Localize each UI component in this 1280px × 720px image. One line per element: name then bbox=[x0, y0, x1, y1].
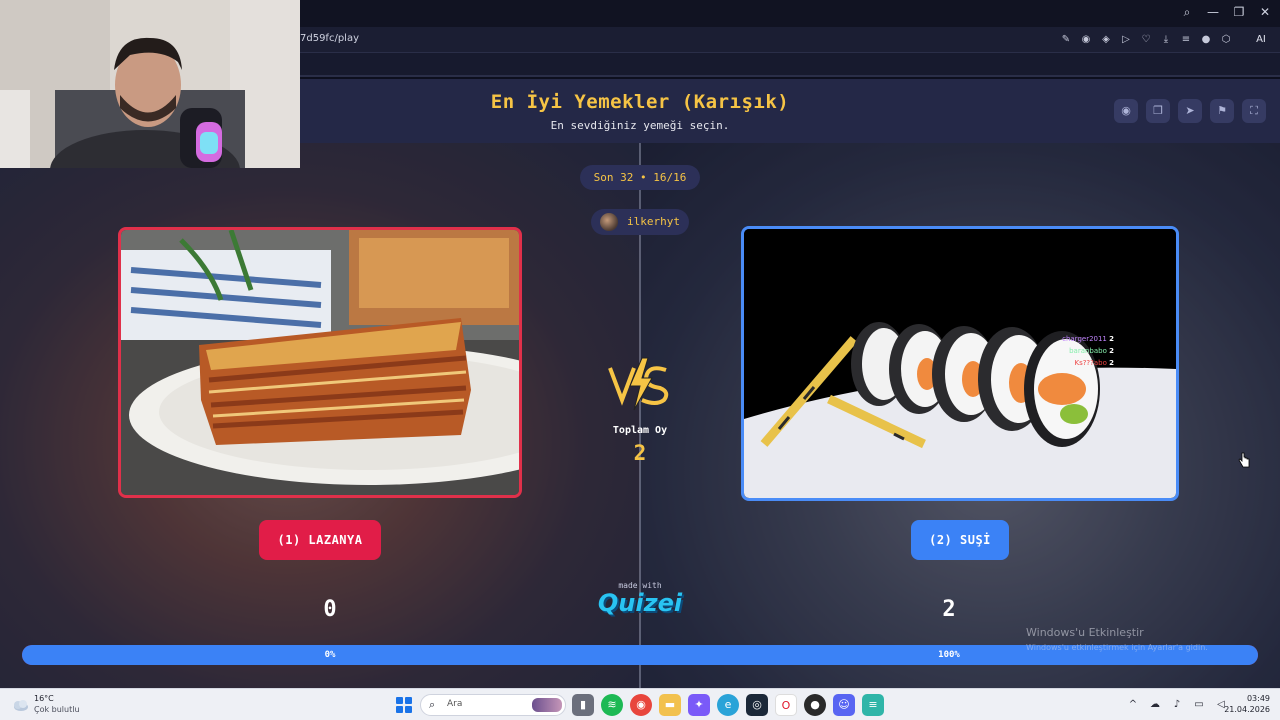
webcam-overlay bbox=[0, 0, 300, 168]
camera-icon[interactable]: ◉ bbox=[1078, 32, 1094, 48]
file-icon[interactable]: ▮ bbox=[572, 694, 594, 716]
ai-label: AI bbox=[1256, 34, 1266, 45]
page-title: En İyi Yemekler (Karışık) bbox=[490, 91, 790, 113]
overlay-voter-count: 2 bbox=[1109, 347, 1114, 355]
taskbar: 16°C Çok bulutlu ⌕ Ara ▮ ≋ ◉ ▬ ✦ e ◎ O ●… bbox=[0, 688, 1280, 720]
start-button[interactable] bbox=[396, 697, 412, 713]
lasagna-image bbox=[121, 230, 519, 495]
overlay-voter-count: 2 bbox=[1109, 359, 1114, 367]
eye-icon[interactable]: ◉ bbox=[1114, 99, 1138, 123]
right-percent-label: 100% bbox=[938, 650, 960, 660]
fullscreen-icon[interactable]: ⛶ bbox=[1242, 99, 1266, 123]
minimize-icon[interactable]: — bbox=[1206, 4, 1220, 20]
weather-description: Çok bulutlu bbox=[34, 705, 80, 714]
copy-icon[interactable]: ❐ bbox=[1146, 99, 1170, 123]
hand-cursor-icon bbox=[1238, 452, 1250, 468]
vote-left-button[interactable]: (1) LAZANYA bbox=[259, 520, 381, 560]
extension-icon[interactable]: ⬡ bbox=[1218, 32, 1234, 48]
option-card-left[interactable] bbox=[118, 227, 522, 498]
url-text[interactable]: 7d59fc/play bbox=[300, 33, 359, 44]
taskbar-search[interactable]: ⌕ Ara bbox=[420, 694, 566, 716]
chrome-icon[interactable]: ◉ bbox=[630, 694, 652, 716]
overlay-voter-name: baranbabo bbox=[1069, 347, 1107, 355]
overlay-vote-row: baranbabo 2 bbox=[1062, 345, 1114, 357]
opera-icon[interactable]: O bbox=[775, 694, 797, 716]
page-subtitle: En sevdiğiniz yemeği seçin. bbox=[550, 119, 730, 132]
display-icon[interactable]: ▭ bbox=[1192, 698, 1206, 712]
microphone-icon[interactable]: ♪ bbox=[1170, 698, 1184, 712]
weather-cloud-icon[interactable] bbox=[10, 695, 30, 715]
brand-logo[interactable]: Quizei bbox=[560, 589, 720, 617]
ai-button[interactable]: AI bbox=[1248, 31, 1274, 49]
system-tray: ^ ☁ ♪ ▭ ◁ bbox=[1126, 698, 1228, 712]
chevron-up-icon[interactable]: ^ bbox=[1126, 698, 1140, 712]
steam-icon[interactable]: ◎ bbox=[746, 694, 768, 716]
edge-icon[interactable]: e bbox=[717, 694, 739, 716]
send-icon[interactable]: ➤ bbox=[1178, 99, 1202, 123]
round-indicator: Son 32 • 16/16 bbox=[580, 165, 700, 190]
discord-icon[interactable]: ☺ bbox=[833, 694, 855, 716]
option-card-right[interactable]: charger2011 2 baranbabo 2 Ks???abo 2 bbox=[741, 226, 1179, 501]
vote-right-button[interactable]: (2) SUŞİ bbox=[911, 520, 1009, 560]
left-percent-label: 0% bbox=[324, 650, 336, 660]
left-vote-count: 0 bbox=[323, 597, 337, 622]
download-icon[interactable]: ⤓ bbox=[1158, 32, 1174, 48]
search-highlight-image bbox=[532, 698, 562, 712]
overlay-voter-name: charger2011 bbox=[1062, 335, 1107, 343]
search-icon[interactable]: ⌕ bbox=[1180, 4, 1194, 20]
overlay-voter-count: 2 bbox=[1109, 335, 1114, 343]
total-votes-value: 2 bbox=[633, 441, 647, 465]
copilot-icon[interactable]: ✦ bbox=[688, 694, 710, 716]
avatar bbox=[600, 213, 618, 231]
weather-temperature: 16°C bbox=[34, 694, 54, 703]
vs-icon bbox=[608, 357, 669, 411]
menu-icon[interactable]: ≡ bbox=[1178, 32, 1194, 48]
total-votes-label: Toplam Oy bbox=[612, 425, 668, 436]
overlay-vote-row: charger2011 2 bbox=[1062, 333, 1114, 345]
taskbar-search-placeholder: Ara bbox=[447, 699, 463, 709]
right-vote-count: 2 bbox=[942, 597, 956, 622]
heart-icon[interactable]: ♡ bbox=[1138, 32, 1154, 48]
user-badge[interactable]: ilkerhyt bbox=[591, 209, 689, 235]
notepad-icon[interactable]: ≡ bbox=[862, 694, 884, 716]
play-icon[interactable]: ▷ bbox=[1118, 32, 1134, 48]
activation-watermark-text: Windows'u etkinleştirmek için Ayarlar'a … bbox=[1026, 643, 1208, 652]
spotify-icon[interactable]: ≋ bbox=[601, 694, 623, 716]
onedrive-icon[interactable]: ☁ bbox=[1148, 698, 1162, 712]
flag-icon[interactable]: ⚑ bbox=[1210, 99, 1234, 123]
overlay-voter-name: Ks???abo bbox=[1074, 359, 1107, 367]
shield-icon[interactable]: ◈ bbox=[1098, 32, 1114, 48]
username: ilkerhyt bbox=[627, 215, 680, 228]
folder-icon[interactable]: ▬ bbox=[659, 694, 681, 716]
vote-overlay: charger2011 2 baranbabo 2 Ks???abo 2 bbox=[1062, 333, 1114, 369]
overlay-vote-row: Ks???abo 2 bbox=[1062, 357, 1114, 369]
clock-time[interactable]: 03:49 bbox=[1228, 694, 1270, 703]
edit-icon[interactable]: ✎ bbox=[1058, 32, 1074, 48]
clock-date[interactable]: 21.04.2026 bbox=[1218, 705, 1270, 714]
restore-icon[interactable]: ❐ bbox=[1232, 4, 1246, 20]
close-icon[interactable]: ✕ bbox=[1258, 4, 1272, 20]
search-icon: ⌕ bbox=[429, 698, 436, 711]
screen: ⌕ — ❐ ✕ 7d59fc/play ✎ ◉ ◈ ▷ ♡ ⤓ ≡ ● ⬡ AI… bbox=[0, 0, 1280, 720]
obs-icon[interactable]: ● bbox=[804, 694, 826, 716]
quiz-page: En İyi Yemekler (Karışık) En sevdiğiniz … bbox=[0, 79, 1280, 688]
activation-watermark-title: Windows'u Etkinleştir bbox=[1026, 626, 1144, 639]
profile-icon[interactable]: ● bbox=[1198, 32, 1214, 48]
